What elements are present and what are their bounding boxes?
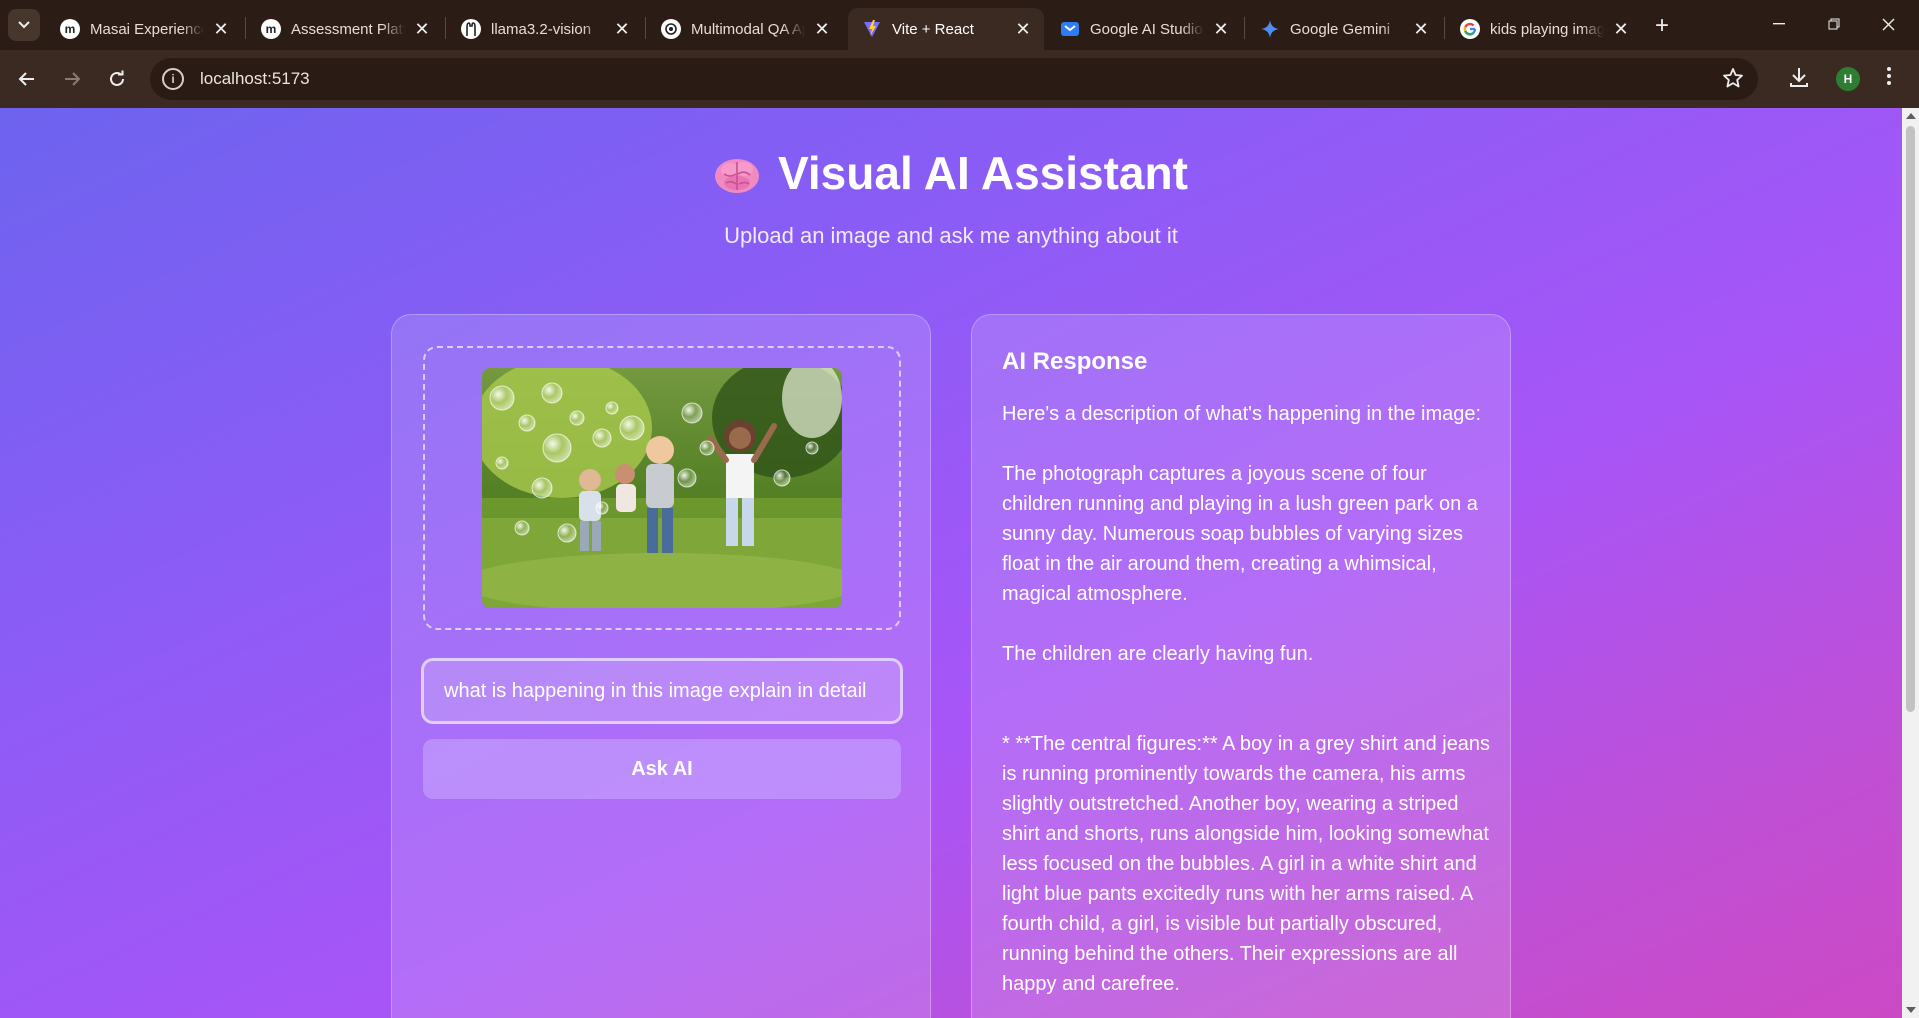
restore-window-icon[interactable] bbox=[1806, 0, 1861, 48]
scroll-up-arrow-icon[interactable] bbox=[1906, 113, 1916, 119]
browser-menu-icon[interactable] bbox=[1885, 64, 1893, 93]
ask-ai-button[interactable]: Ask AI bbox=[423, 739, 901, 799]
close-tab-icon[interactable]: ✕ bbox=[1210, 18, 1232, 40]
kids-bubbles-photo bbox=[482, 368, 842, 608]
close-tab-icon[interactable]: ✕ bbox=[611, 18, 633, 40]
tab-assessment-platform[interactable]: m Assessment Platform ✕ bbox=[247, 8, 443, 50]
tab-llama-vision[interactable]: llama3.2-vision ✕ bbox=[447, 8, 643, 50]
query-card: Ask AI bbox=[391, 314, 931, 1018]
uploaded-image-preview bbox=[482, 368, 842, 608]
question-input[interactable] bbox=[421, 658, 903, 724]
site-info-icon[interactable]: i bbox=[162, 68, 184, 90]
ollama-llama-icon bbox=[461, 19, 481, 39]
scrollbar-thumb[interactable] bbox=[1906, 126, 1915, 712]
tab-google-ai-studio[interactable]: Google AI Studio ✕ bbox=[1046, 8, 1242, 50]
close-tab-icon[interactable]: ✕ bbox=[411, 18, 433, 40]
tab-kids-playing-images[interactable]: kids playing images ✕ bbox=[1446, 8, 1642, 50]
forward-arrow-icon[interactable] bbox=[57, 64, 87, 94]
close-tab-icon[interactable]: ✕ bbox=[811, 18, 833, 40]
masai-m-icon: m bbox=[60, 19, 80, 39]
bookmark-star-icon[interactable] bbox=[1722, 67, 1744, 94]
close-window-icon[interactable] bbox=[1861, 0, 1916, 48]
reload-icon[interactable] bbox=[102, 64, 132, 94]
close-tab-icon[interactable]: ✕ bbox=[1012, 18, 1034, 40]
tab-strip: m Masai Experience ✕ m Assessment Platfo… bbox=[0, 0, 1919, 50]
openai-icon bbox=[661, 19, 681, 39]
tab-vite-react[interactable]: Vite + React ✕ bbox=[848, 8, 1044, 50]
response-paragraph: The photograph captures a joyous scene o… bbox=[1002, 463, 1478, 605]
title-text: Visual AI Assistant bbox=[778, 147, 1188, 199]
app-header: Visual AI Assistant Upload an image and … bbox=[0, 146, 1902, 249]
chevron-down-icon bbox=[18, 21, 30, 29]
google-g-icon bbox=[1460, 19, 1480, 39]
response-paragraph: * **The central figures:** A boy in a gr… bbox=[1002, 733, 1491, 995]
scroll-down-arrow-icon[interactable] bbox=[1906, 1007, 1916, 1013]
page-scrollbar[interactable] bbox=[1902, 108, 1919, 1018]
address-bar[interactable]: i localhost:5173 bbox=[150, 58, 1758, 100]
masai-m-icon: m bbox=[261, 19, 281, 39]
back-arrow-icon[interactable] bbox=[12, 64, 42, 94]
vite-icon bbox=[862, 19, 882, 39]
ai-studio-icon bbox=[1060, 19, 1080, 39]
response-body: Here's a description of what's happening… bbox=[1002, 399, 1492, 1018]
gemini-sparkle-icon bbox=[1260, 19, 1280, 39]
tab-google-gemini[interactable]: Google Gemini ✕ bbox=[1246, 8, 1442, 50]
minimize-window-icon[interactable] bbox=[1751, 0, 1806, 48]
page-title: Visual AI Assistant bbox=[714, 146, 1188, 200]
response-paragraph: The children are clearly having fun. bbox=[1002, 643, 1314, 665]
response-paragraph: Here's a description of what's happening… bbox=[1002, 403, 1482, 425]
new-tab-plus-icon[interactable]: + bbox=[1648, 12, 1676, 40]
close-tab-icon[interactable]: ✕ bbox=[1410, 18, 1432, 40]
download-icon[interactable] bbox=[1787, 65, 1811, 94]
close-tab-icon[interactable]: ✕ bbox=[1610, 18, 1632, 40]
tab-search-button[interactable] bbox=[8, 9, 40, 41]
page-subtitle: Upload an image and ask me anything abou… bbox=[724, 223, 1178, 248]
close-tab-icon[interactable]: ✕ bbox=[210, 18, 232, 40]
brain-icon bbox=[714, 153, 760, 193]
image-upload-dropzone[interactable] bbox=[423, 346, 901, 630]
response-card: AI Response Here's a description of what… bbox=[971, 314, 1511, 1018]
app-page: Visual AI Assistant Upload an image and … bbox=[0, 108, 1902, 1018]
tab-multimodal-qa[interactable]: Multimodal QA App ✕ bbox=[647, 8, 843, 50]
browser-toolbar: i localhost:5173 bbox=[0, 50, 1919, 108]
url-text[interactable]: localhost:5173 bbox=[200, 69, 310, 89]
tab-masai-experience[interactable]: m Masai Experience ✕ bbox=[46, 8, 242, 50]
response-heading: AI Response bbox=[1002, 348, 1148, 375]
profile-avatar[interactable]: H bbox=[1836, 67, 1860, 91]
